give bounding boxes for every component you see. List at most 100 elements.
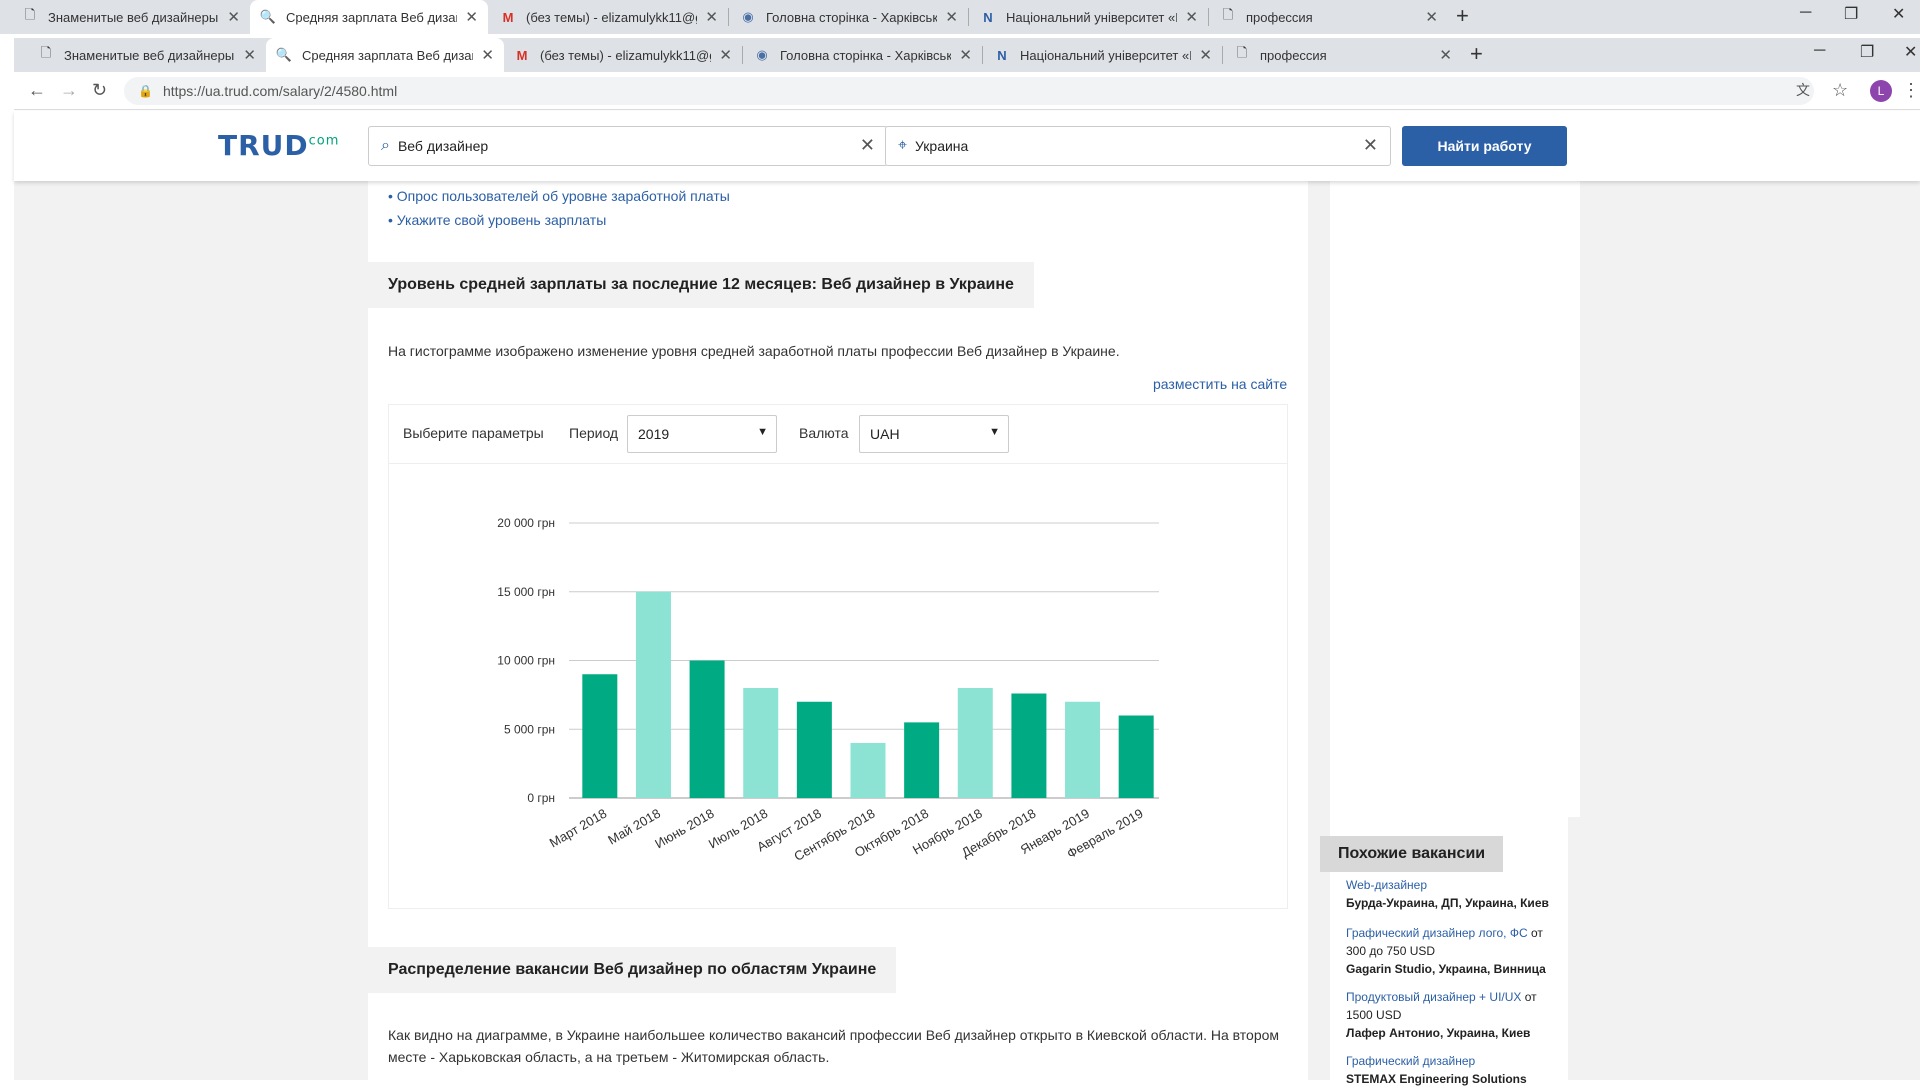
close-icon[interactable]: ✕ bbox=[959, 46, 972, 64]
location-input[interactable]: ⌖ Украина ✕ bbox=[885, 126, 1391, 166]
tab-gmail[interactable]: M (без темы) - elizamulykk11@gm ✕ bbox=[504, 38, 742, 72]
eye-icon: ◉ bbox=[742, 9, 754, 24]
y-tick-label: 20 000 грн bbox=[497, 516, 555, 530]
university-icon: N bbox=[997, 47, 1007, 63]
close-icon[interactable]: ✕ bbox=[705, 8, 718, 26]
salary-bar[interactable] bbox=[1011, 693, 1047, 799]
address-bar: ← → ↻ 🔒 https://ua.trud.com/salary/2/458… bbox=[14, 72, 1920, 110]
salary-description: На гистограмме изображено изменение уров… bbox=[388, 343, 1120, 359]
params-label: Выберите параметры bbox=[403, 425, 544, 441]
region-text-line1: Как видно на диаграмме, в Украине наибол… bbox=[388, 1027, 1280, 1043]
x-tick-label: Март 2018 bbox=[547, 806, 610, 851]
window-close-icon[interactable]: ✕ bbox=[1904, 42, 1917, 62]
salary-bar[interactable] bbox=[635, 591, 671, 798]
search-favicon-icon: 🔍 bbox=[275, 47, 293, 62]
search-favicon-icon: 🔍 bbox=[259, 9, 277, 24]
close-icon[interactable]: ✕ bbox=[1425, 8, 1438, 26]
page-icon: 🗋 bbox=[1236, 45, 1248, 60]
tab-famous-designers[interactable]: 🗋 Знаменитые веб дизайнеры: ТО ✕ bbox=[28, 38, 266, 72]
tab-profession[interactable]: 🗋 профессия ✕ bbox=[1210, 0, 1448, 34]
salary-bar[interactable] bbox=[957, 688, 993, 798]
currency-select[interactable]: UAH ▼ bbox=[859, 415, 1009, 453]
clear-location-icon[interactable]: ✕ bbox=[1363, 135, 1378, 156]
page-icon: 🗋 bbox=[40, 45, 52, 60]
vacancy-item[interactable]: Графический дизайнер лого, ФС от 300 до … bbox=[1346, 924, 1566, 978]
vacancy-item[interactable]: Продуктовый дизайнер + UI/UX от 1500 USD… bbox=[1346, 988, 1566, 1042]
tab-average-salary[interactable]: 🔍 Средняя зарплата Веб дизайнер ✕ bbox=[250, 0, 488, 34]
job-search-input[interactable]: ⌕ Веб дизайнер ✕ bbox=[368, 126, 888, 166]
star-icon[interactable]: ☆ bbox=[1832, 80, 1848, 101]
embed-on-site-link[interactable]: разместить на сайте bbox=[1153, 376, 1287, 392]
restore-icon[interactable]: ❐ bbox=[1860, 42, 1874, 62]
salary-bar[interactable] bbox=[1118, 715, 1154, 799]
tab-university[interactable]: N Національний університет «Киє ✕ bbox=[970, 0, 1208, 34]
minimize-icon[interactable]: ─ bbox=[1800, 4, 1811, 22]
gmail-icon: M bbox=[516, 47, 528, 63]
clear-search-icon[interactable]: ✕ bbox=[860, 135, 875, 156]
vacancy-company: STEMAX Engineering Solutions bbox=[1346, 1072, 1527, 1086]
page-icon: 🗋 bbox=[24, 7, 36, 22]
salary-bar[interactable] bbox=[689, 660, 725, 799]
dropdown-caret-icon: ▼ bbox=[989, 426, 1000, 438]
tab-separator bbox=[968, 8, 969, 26]
salary-bar[interactable] bbox=[743, 688, 779, 798]
salary-bar[interactable] bbox=[904, 722, 940, 798]
close-icon[interactable]: ✕ bbox=[227, 8, 240, 26]
similar-vacancies-title: Похожие вакансии bbox=[1320, 836, 1504, 872]
vacancy-title[interactable]: Графический дизайнер лого, ФС bbox=[1346, 926, 1528, 940]
y-tick-label: 10 000 грн bbox=[497, 654, 555, 668]
tab-kharkiv[interactable]: ◉ Головна сторінка - Харківський ✕ bbox=[744, 38, 982, 72]
minimize-icon[interactable]: ─ bbox=[1814, 42, 1825, 60]
close-icon[interactable]: ✕ bbox=[481, 46, 494, 64]
currency-label: Валюта bbox=[799, 425, 849, 441]
close-icon[interactable]: ✕ bbox=[465, 8, 478, 26]
tab-separator bbox=[728, 8, 729, 26]
tab-kharkiv[interactable]: ◉ Головна сторінка - Харківський ✕ bbox=[730, 0, 968, 34]
region-section-title: Распределение вакансии Веб дизайнер по о… bbox=[368, 947, 897, 993]
trud-logo[interactable]: TRUDcom bbox=[218, 129, 339, 162]
close-icon[interactable]: ✕ bbox=[243, 46, 256, 64]
translate-icon[interactable]: 文 bbox=[1796, 80, 1810, 100]
tab-separator bbox=[742, 46, 743, 64]
specify-salary-link[interactable]: • Укажите свой уровень зарплаты bbox=[388, 212, 606, 228]
salary-chart-panel: Выберите параметры Период 2019 ▼ Валюта … bbox=[388, 404, 1288, 909]
find-job-button[interactable]: Найти работу bbox=[1402, 126, 1567, 166]
salary-bar-chart: 0 грн 5 000 грн 10 000 грн 15 000 грн 20 000… bbox=[497, 516, 1159, 864]
y-tick-label: 5 000 грн bbox=[504, 722, 555, 736]
close-icon[interactable]: ✕ bbox=[945, 8, 958, 26]
close-icon[interactable]: ✕ bbox=[1185, 8, 1198, 26]
salary-bar[interactable] bbox=[1065, 701, 1101, 798]
restore-icon[interactable]: ❐ bbox=[1844, 4, 1858, 24]
new-tab-button[interactable]: + bbox=[1470, 41, 1483, 67]
vacancy-company: Лафер Антонио, Украина, Киев bbox=[1346, 1026, 1531, 1040]
menu-icon[interactable]: ⋮ bbox=[1902, 80, 1920, 101]
profile-avatar[interactable]: L bbox=[1870, 80, 1892, 102]
vacancy-item[interactable]: Графический дизайнер STEMAX Engineering … bbox=[1346, 1052, 1566, 1088]
close-icon[interactable]: ✕ bbox=[719, 46, 732, 64]
forward-arrow-icon[interactable]: → bbox=[60, 80, 78, 101]
tab-famous-designers[interactable]: 🗋 Знаменитые веб дизайнеры: ТО ✕ bbox=[12, 0, 250, 34]
search-icon: ⌕ bbox=[381, 137, 390, 154]
close-icon[interactable]: ✕ bbox=[1199, 46, 1212, 64]
salary-bar[interactable] bbox=[796, 701, 832, 798]
period-select[interactable]: 2019 ▼ bbox=[627, 415, 777, 453]
salary-bar[interactable] bbox=[582, 674, 618, 798]
vacancy-title[interactable]: Графический дизайнер bbox=[1346, 1054, 1475, 1068]
close-icon[interactable]: ✕ bbox=[1439, 46, 1452, 64]
survey-link[interactable]: • Опрос пользователей об уровне заработн… bbox=[388, 188, 730, 204]
url-input[interactable]: 🔒 https://ua.trud.com/salary/2/4580.html bbox=[124, 77, 1814, 105]
salary-bar[interactable] bbox=[850, 743, 886, 798]
tab-university[interactable]: N Національний університет «Киє ✕ bbox=[984, 38, 1222, 72]
reload-icon[interactable]: ↻ bbox=[92, 80, 107, 101]
back-arrow-icon[interactable]: ← bbox=[28, 80, 46, 101]
outer-tab-strip: 🗋 Знаменитые веб дизайнеры: ТО ✕ 🔍 Средн… bbox=[0, 0, 1920, 34]
window-close-icon[interactable]: ✕ bbox=[1892, 4, 1905, 24]
tab-profession[interactable]: 🗋 профессия ✕ bbox=[1224, 38, 1462, 72]
tab-average-salary[interactable]: 🔍 Средняя зарплата Веб дизайнер ✕ bbox=[266, 38, 504, 72]
tab-gmail[interactable]: M (без темы) - elizamulykk11@gm ✕ bbox=[490, 0, 728, 34]
vacancy-title[interactable]: Продуктовый дизайнер + UI/UX bbox=[1346, 990, 1521, 1004]
vacancy-company: Gagarin Studio, Украина, Винница bbox=[1346, 962, 1546, 976]
vacancy-title[interactable]: Web-дизайнер bbox=[1346, 878, 1427, 892]
new-tab-button[interactable]: + bbox=[1456, 3, 1469, 29]
vacancy-item[interactable]: Web-дизайнер Бурда-Украина, ДП, Украина,… bbox=[1346, 876, 1566, 912]
